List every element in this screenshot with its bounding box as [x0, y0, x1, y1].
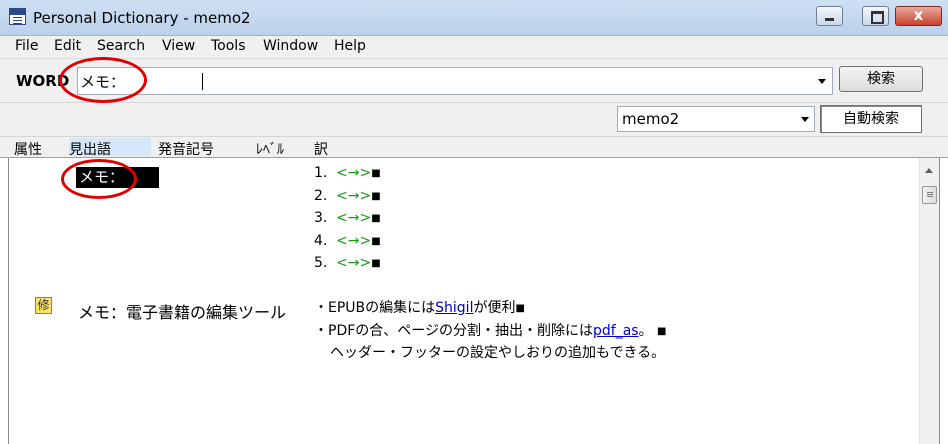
close-button[interactable]: x — [895, 6, 942, 26]
definition-line: 4. <→>■ — [314, 233, 381, 249]
definition-line: 5. <→>■ — [314, 255, 381, 271]
column-header: 属性 見出語 発音記号 ﾚﾍﾞﾙ 訳 — [0, 136, 948, 158]
title-bar: Personal Dictionary - memo2 x — [0, 0, 948, 36]
window-title: Personal Dictionary - memo2 — [33, 9, 251, 27]
scroll-up-icon[interactable] — [925, 168, 933, 173]
menu-file[interactable]: File — [15, 38, 38, 54]
column-level[interactable]: ﾚﾍﾞﾙ — [256, 139, 284, 159]
definition-line: 3. <→>■ — [314, 210, 381, 226]
column-attribute[interactable]: 属性 — [14, 139, 42, 159]
word-label: WORD — [16, 72, 70, 90]
dictionary-select[interactable]: memo2 — [617, 106, 815, 132]
menu-window[interactable]: Window — [263, 38, 318, 54]
close-icon: x — [913, 6, 924, 24]
menu-search[interactable]: Search — [97, 38, 145, 54]
menu-bar: File Edit Search View Tools Window Help — [0, 36, 948, 58]
modified-badge-icon: 修 — [35, 297, 52, 314]
translation-line: ・EPUBの編集にはShigilが便利■ — [314, 300, 525, 316]
menu-edit[interactable]: Edit — [54, 38, 81, 54]
chevron-down-icon[interactable] — [818, 79, 826, 84]
word-combobox[interactable] — [77, 67, 833, 95]
auto-search-button[interactable]: 自動検索 — [820, 105, 922, 133]
menu-tools[interactable]: Tools — [211, 38, 246, 54]
menu-help[interactable]: Help — [334, 38, 366, 54]
translation-line: ヘッダー・フッターの設定やしおりの追加もできる。 — [330, 345, 666, 361]
column-headword[interactable]: 見出語 — [69, 138, 151, 158]
definition-line: 2. <→>■ — [314, 188, 381, 204]
search-button[interactable]: 検索 — [839, 66, 923, 92]
chevron-down-icon[interactable] — [801, 117, 809, 122]
entry-headword[interactable]: メモ：電子書籍の編集ツール — [78, 299, 286, 323]
column-translation[interactable]: 訳 — [314, 139, 328, 159]
minimize-button[interactable] — [816, 6, 843, 26]
column-pronunciation[interactable]: 発音記号 — [158, 139, 214, 159]
pdf-as-link[interactable]: pdf_as — [593, 323, 639, 339]
dictionary-select-value: memo2 — [622, 110, 680, 128]
results-list[interactable]: メモ： 1. <→>■ 2. <→>■ 3. <→>■ 4. <→>■ 5. <→>■ 修… — [8, 158, 940, 444]
search-bar: WORD 検索 — [0, 58, 948, 102]
maximize-button[interactable] — [862, 6, 889, 26]
menu-view[interactable]: View — [162, 38, 195, 54]
scroll-thumb[interactable] — [922, 186, 937, 204]
option-bar: memo2 自動検索 — [0, 102, 948, 136]
entry-headword-selected[interactable]: メモ： — [76, 167, 159, 188]
text-cursor — [202, 73, 203, 90]
word-input[interactable] — [80, 71, 800, 91]
vertical-scrollbar[interactable] — [919, 158, 939, 444]
app-icon — [9, 8, 26, 25]
definition-line: 1. <→>■ — [314, 165, 381, 181]
translation-line: ・PDFの合、ページの分割・抽出・削除にはpdf_as。 ■ — [314, 323, 667, 339]
shigil-link[interactable]: Shigil — [435, 300, 473, 316]
